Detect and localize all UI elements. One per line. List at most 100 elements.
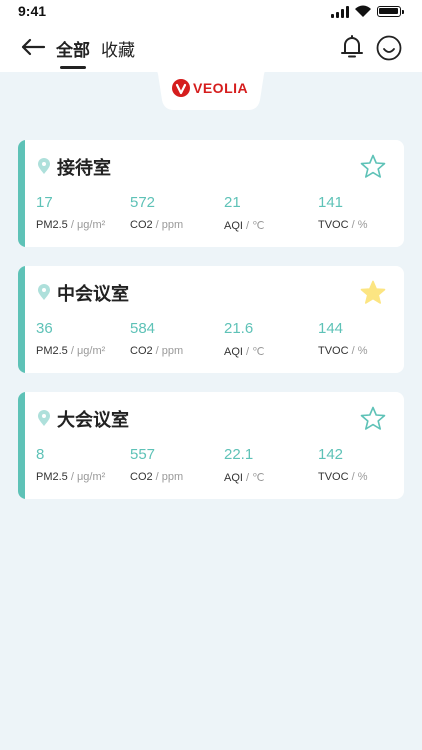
room-card[interactable]: 大会议室 8 PM2.5 / μg/m² 557 CO2 / ppm 22.1 …	[18, 392, 404, 499]
metric-unit: μg/m²	[76, 345, 106, 357]
status-time: 9:41	[18, 3, 47, 19]
metric-name: CO2	[130, 345, 153, 357]
metric-label: PM2.5 / μg/m²	[36, 219, 105, 231]
metric-value: 584	[130, 320, 156, 337]
metric-name: TVOC	[318, 219, 349, 231]
metric-unit-sep: /	[348, 345, 358, 357]
metric-unit: ppm	[161, 345, 184, 357]
metric-value: 21.6	[224, 320, 254, 337]
metric-unit-sep: /	[67, 219, 77, 231]
metric-unit: %	[357, 219, 368, 231]
location-pin-icon	[38, 410, 50, 426]
metric-unit: μg/m²	[76, 219, 106, 231]
metric-value: 8	[36, 446, 45, 463]
metric: 144 TVOC / %	[318, 320, 368, 357]
metric-unit-sep: /	[242, 472, 253, 484]
metric-value: 36	[36, 320, 53, 337]
status-bar: 9:41	[0, 0, 422, 24]
metric-label: AQI / ℃	[224, 471, 264, 484]
metric: 572 CO2 / ppm	[130, 194, 183, 231]
metric-unit: ppm	[161, 219, 184, 231]
bell-icon[interactable]	[340, 34, 364, 60]
metric: 36 PM2.5 / μg/m²	[36, 320, 105, 357]
metric-label: CO2 / ppm	[130, 345, 183, 357]
metric-label: CO2 / ppm	[130, 471, 183, 483]
room-card[interactable]: 中会议室 36 PM2.5 / μg/m² 584 CO2 / ppm 21.6…	[18, 266, 404, 373]
tab-favorites[interactable]: 收藏	[101, 36, 135, 61]
tab-all[interactable]: 全部	[56, 36, 90, 61]
favorite-star-icon[interactable]	[360, 406, 386, 431]
cellular-signal-icon	[331, 6, 351, 18]
metric: 21.6 AQI / ℃	[224, 320, 264, 358]
room-name: 大会议室	[57, 410, 129, 431]
metric-label: AQI / ℃	[224, 345, 264, 358]
metric-name: AQI	[224, 472, 243, 484]
metric-value: 557	[130, 446, 156, 463]
metric-label: TVOC / %	[318, 219, 368, 231]
location-pin-icon	[38, 284, 50, 300]
metric-unit-sep: /	[348, 219, 358, 231]
metric: 142 TVOC / %	[318, 446, 368, 483]
metric-unit-sep: /	[67, 345, 77, 357]
metric-unit: ℃	[252, 346, 265, 358]
metric-label: CO2 / ppm	[130, 219, 183, 231]
metric-name: AQI	[224, 220, 243, 232]
card-accent-bar	[18, 392, 25, 499]
metric-unit-sep: /	[152, 219, 162, 231]
room-card[interactable]: 接待室 17 PM2.5 / μg/m² 572 CO2 / ppm 21 AQ…	[18, 140, 404, 247]
metric-value: 17	[36, 194, 53, 211]
favorite-star-icon[interactable]	[360, 280, 386, 305]
metric-unit: μg/m²	[76, 471, 106, 483]
metric: 584 CO2 / ppm	[130, 320, 183, 357]
metric: 22.1 AQI / ℃	[224, 446, 264, 484]
battery-level	[379, 8, 398, 14]
metric-unit-sep: /	[348, 471, 358, 483]
brand-logo-text: VEOLIA	[193, 80, 249, 96]
metric: 17 PM2.5 / μg/m²	[36, 194, 105, 231]
metric-name: CO2	[130, 471, 153, 483]
metric-label: AQI / ℃	[224, 219, 264, 232]
back-arrow-icon[interactable]	[20, 37, 46, 57]
metric-unit-sep: /	[67, 471, 77, 483]
metric-value: 142	[318, 446, 344, 463]
metric-unit-sep: /	[242, 220, 253, 232]
metric: 141 TVOC / %	[318, 194, 368, 231]
metric-name: TVOC	[318, 345, 349, 357]
smile-face-icon[interactable]	[376, 35, 402, 61]
metric-value: 572	[130, 194, 156, 211]
metric-name: AQI	[224, 346, 243, 358]
wifi-icon	[355, 5, 371, 17]
battery-icon	[377, 6, 404, 17]
metric-unit: ℃	[252, 472, 265, 484]
active-tab-indicator	[60, 66, 86, 69]
veolia-logo-icon	[172, 79, 190, 97]
metric-unit: %	[357, 471, 368, 483]
metric-unit: ℃	[252, 220, 265, 232]
metric-label: TVOC / %	[318, 471, 368, 483]
metric-name: TVOC	[318, 471, 349, 483]
metric-unit: ppm	[161, 471, 184, 483]
metric-name: PM2.5	[36, 471, 68, 483]
app-header: 9:41 全部 收藏	[0, 0, 422, 72]
room-name: 中会议室	[57, 284, 129, 305]
metric: 8 PM2.5 / μg/m²	[36, 446, 105, 483]
metric-value: 22.1	[224, 446, 254, 463]
favorite-star-icon[interactable]	[360, 154, 386, 179]
metric-label: TVOC / %	[318, 345, 368, 357]
metric-unit-sep: /	[242, 346, 253, 358]
metric-name: PM2.5	[36, 219, 68, 231]
metric-unit-sep: /	[152, 345, 162, 357]
card-accent-bar	[18, 140, 25, 247]
metric-unit: %	[357, 345, 368, 357]
metric-label: PM2.5 / μg/m²	[36, 345, 105, 357]
location-pin-icon	[38, 158, 50, 174]
metric: 557 CO2 / ppm	[130, 446, 183, 483]
metric-unit-sep: /	[152, 471, 162, 483]
metric: 21 AQI / ℃	[224, 194, 264, 232]
metric-name: PM2.5	[36, 345, 68, 357]
metric-value: 141	[318, 194, 344, 211]
card-accent-bar	[18, 266, 25, 373]
metric-value: 144	[318, 320, 344, 337]
room-name: 接待室	[57, 158, 111, 179]
metric-name: CO2	[130, 219, 153, 231]
